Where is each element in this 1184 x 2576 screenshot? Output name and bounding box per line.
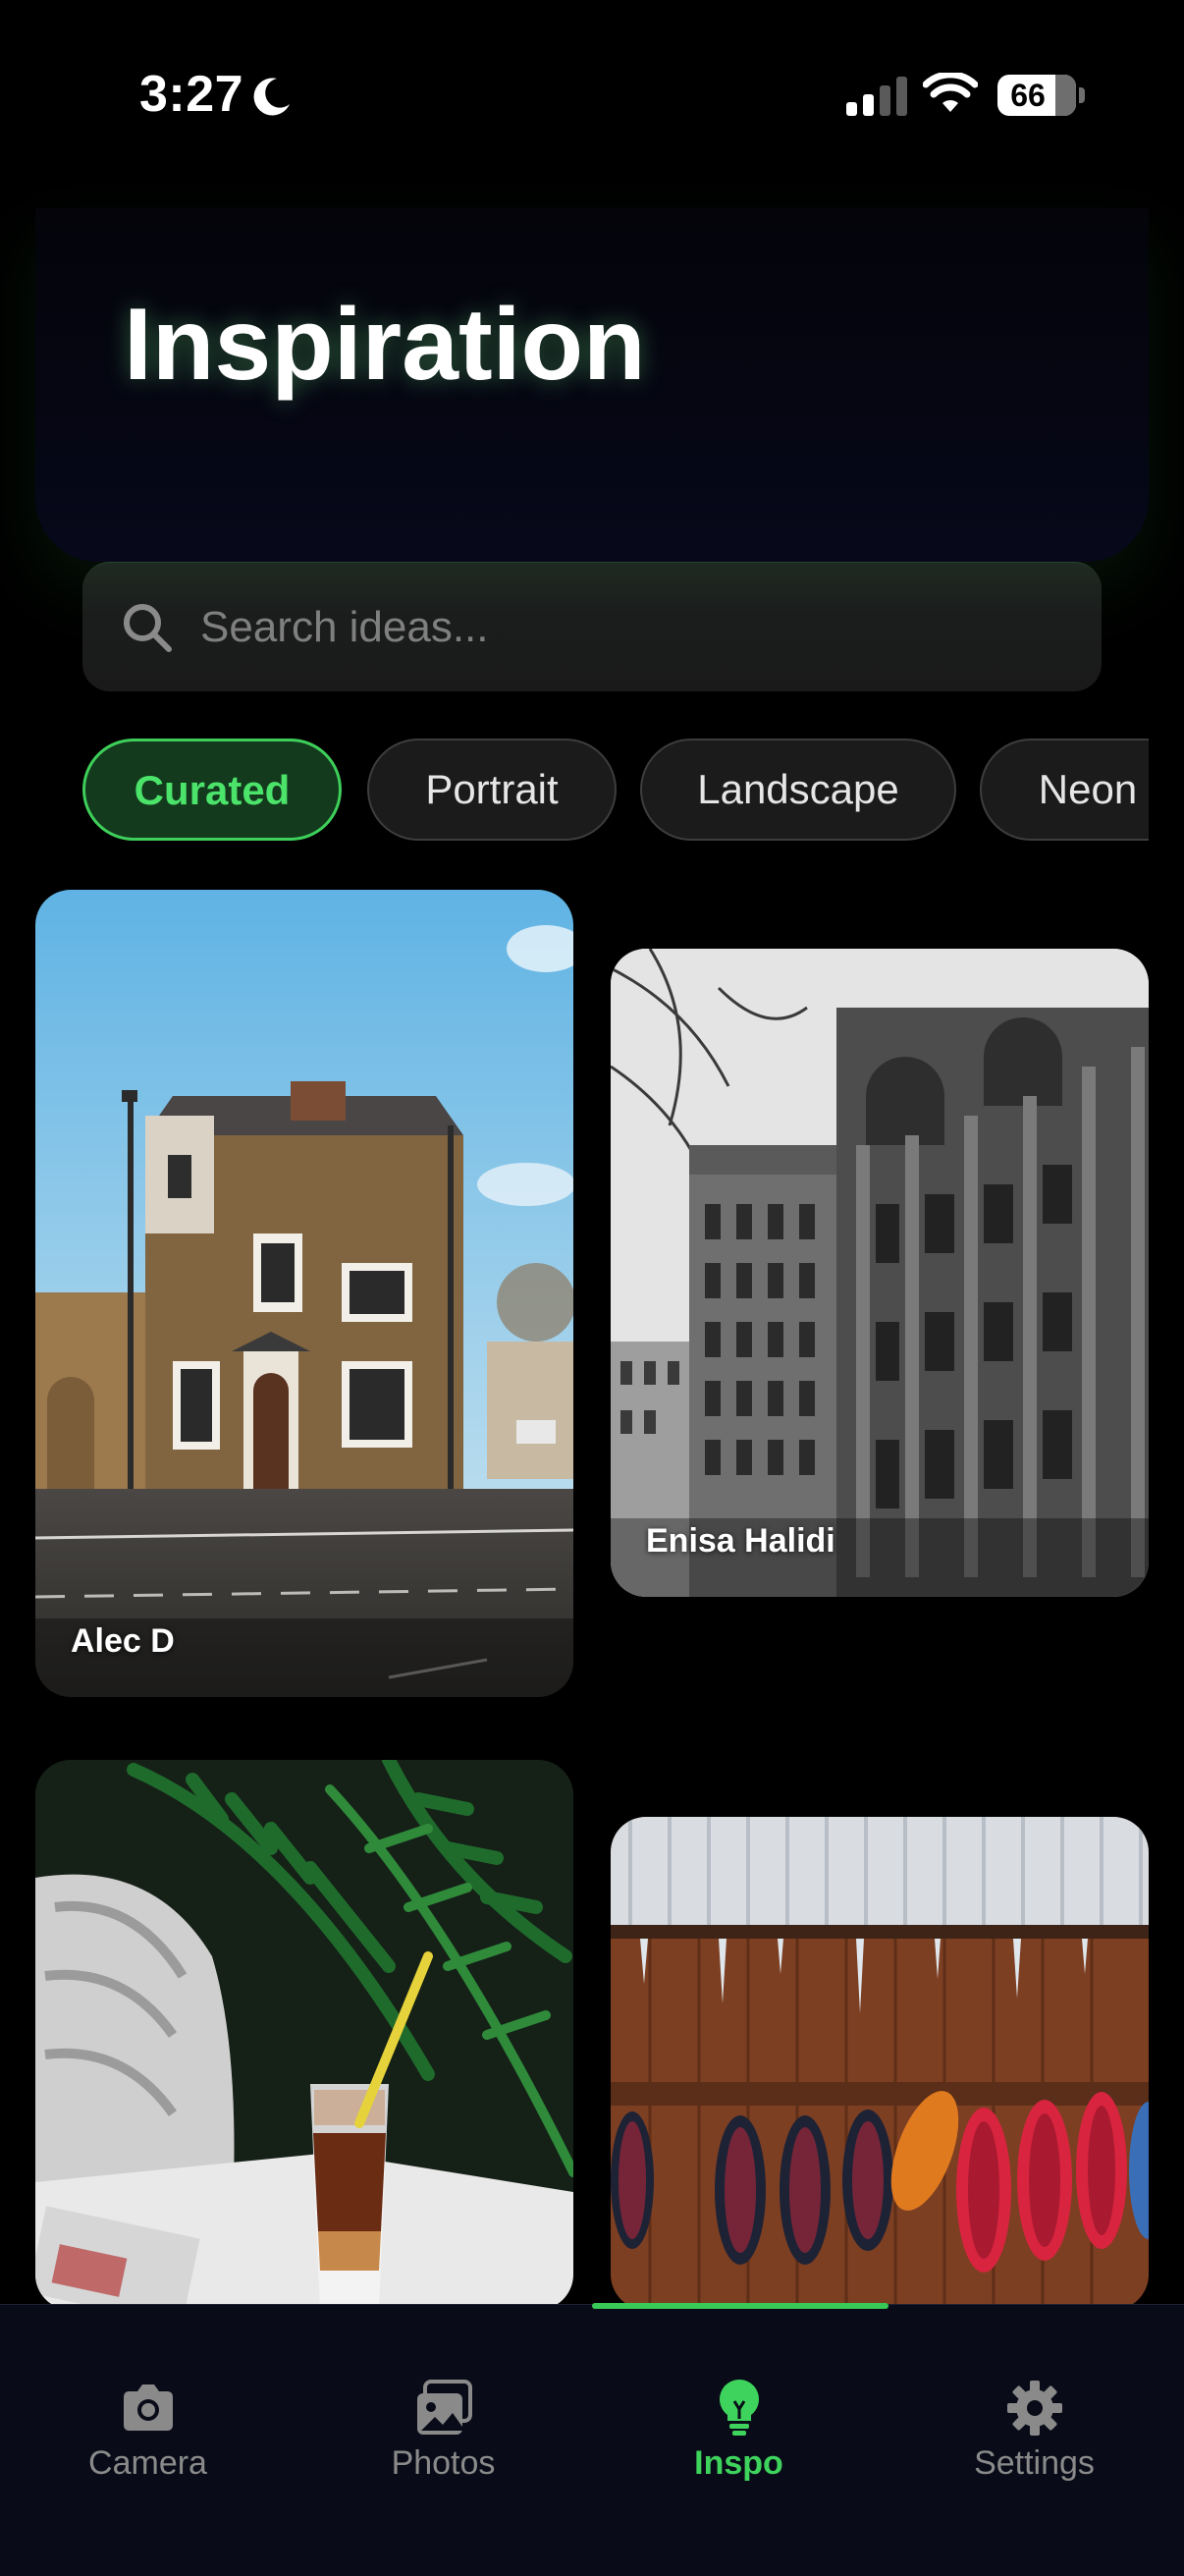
photo-credit: Enisa Halidi [646, 1522, 835, 1560]
header: Inspiration [35, 208, 1149, 562]
tab-inspo[interactable]: Inspo [591, 2305, 887, 2501]
photo-card[interactable] [611, 1817, 1149, 2310]
search-icon [124, 604, 172, 652]
photo-house [35, 890, 573, 1697]
photo-credit: Alec D [71, 1622, 175, 1660]
moon-icon [253, 78, 290, 116]
lightbulb-icon [720, 2380, 759, 2436]
photo-buildings [611, 949, 1149, 1597]
cellular-signal-icon [846, 77, 907, 116]
search-bar[interactable] [82, 562, 1102, 692]
photo-coffee [35, 1760, 573, 2310]
chip-curated[interactable]: Curated [82, 739, 342, 841]
tab-settings[interactable]: Settings [887, 2305, 1182, 2501]
search-input[interactable] [200, 563, 1064, 692]
page-title: Inspiration [124, 288, 646, 402]
battery-level: 66 [1010, 78, 1046, 113]
tab-label: Photos [391, 2444, 496, 2482]
tab-bar: Camera Photos Inspo Settings [0, 2303, 1184, 2576]
tab-label: Camera [88, 2444, 207, 2482]
chip-neon[interactable]: Neon [980, 739, 1149, 841]
tab-label: Inspo [694, 2444, 783, 2482]
tab-camera[interactable]: Camera [0, 2305, 296, 2501]
tab-photos[interactable]: Photos [296, 2305, 591, 2501]
photos-icon [417, 2380, 472, 2435]
wifi-icon [923, 73, 978, 112]
photo-card[interactable]: Alec D [35, 890, 573, 1697]
battery-indicator: 66 [997, 75, 1076, 116]
photo-snowshoes [611, 1817, 1149, 2310]
gear-icon [1007, 2381, 1062, 2436]
battery-nub [1079, 87, 1085, 103]
chip-landscape[interactable]: Landscape [640, 739, 956, 841]
photo-card[interactable] [35, 1760, 573, 2310]
tab-label: Settings [974, 2444, 1095, 2482]
photo-card[interactable]: Enisa Halidi [611, 949, 1149, 1597]
camera-icon [124, 2384, 173, 2431]
status-bar: 3:27 66 [0, 0, 1184, 187]
chip-portrait[interactable]: Portrait [367, 739, 617, 841]
category-chips: Curated Portrait Landscape Neon [82, 739, 1149, 847]
status-time: 3:27 [139, 66, 244, 123]
